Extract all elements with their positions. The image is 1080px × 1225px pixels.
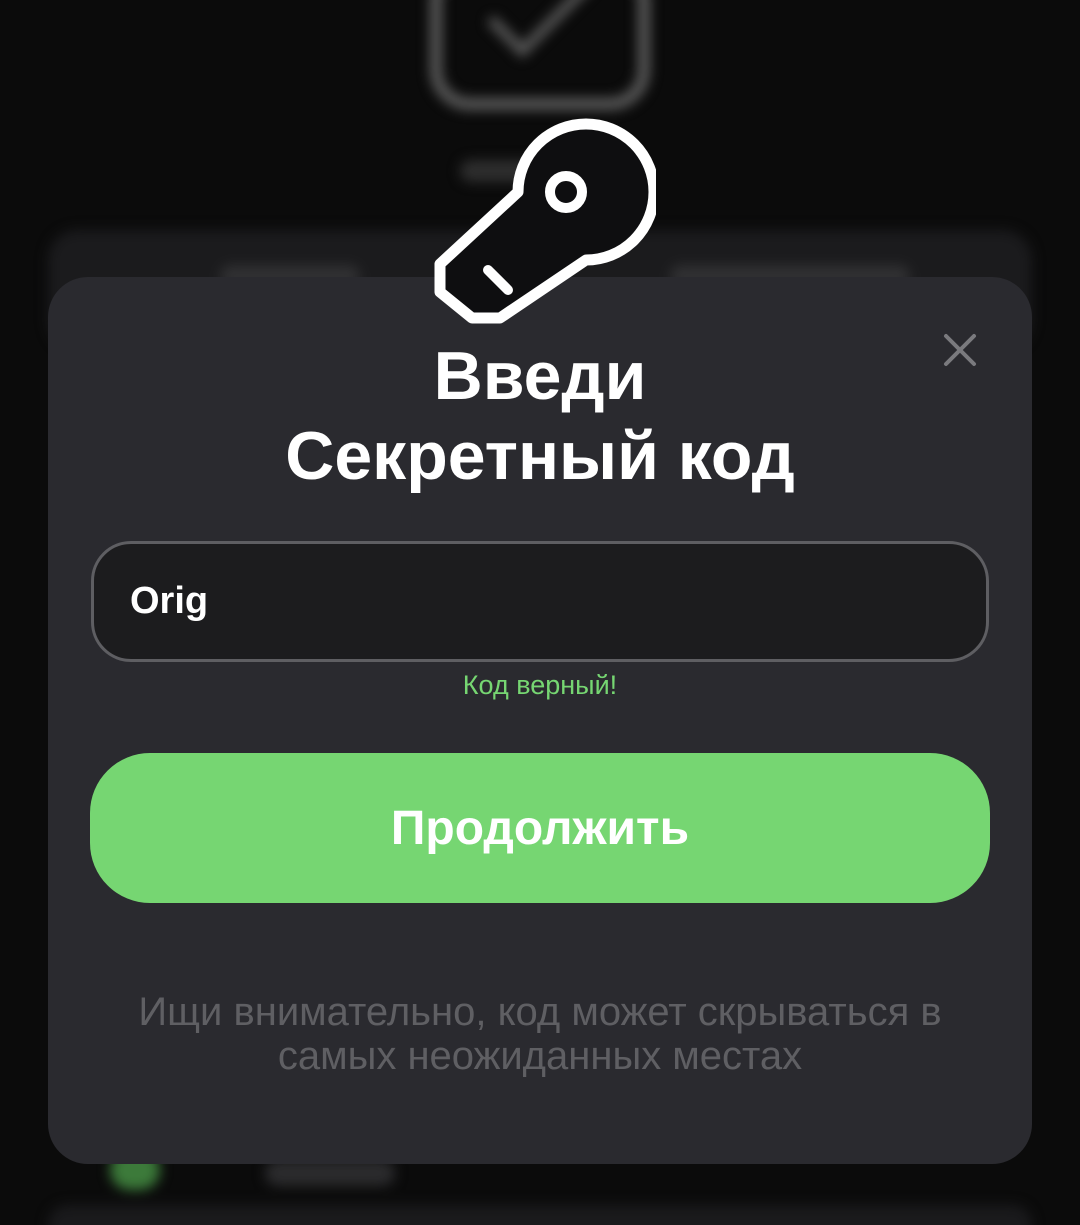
- title-line-1: Введи: [433, 338, 647, 414]
- key-icon: [434, 118, 656, 324]
- secret-code-input[interactable]: [91, 541, 989, 662]
- background-bottom-strip: [48, 1205, 1032, 1225]
- modal-title: Введи Секретный код: [48, 336, 1032, 496]
- title-line-2: Секретный код: [285, 418, 795, 494]
- page: Введи Секретный код Код верный! Продолжи…: [0, 0, 1080, 1225]
- code-status-message: Код верный!: [462, 670, 618, 700]
- hint-text: Ищи внимательно, код может скрываться в …: [138, 990, 942, 1078]
- continue-button[interactable]: Продолжить: [90, 753, 990, 903]
